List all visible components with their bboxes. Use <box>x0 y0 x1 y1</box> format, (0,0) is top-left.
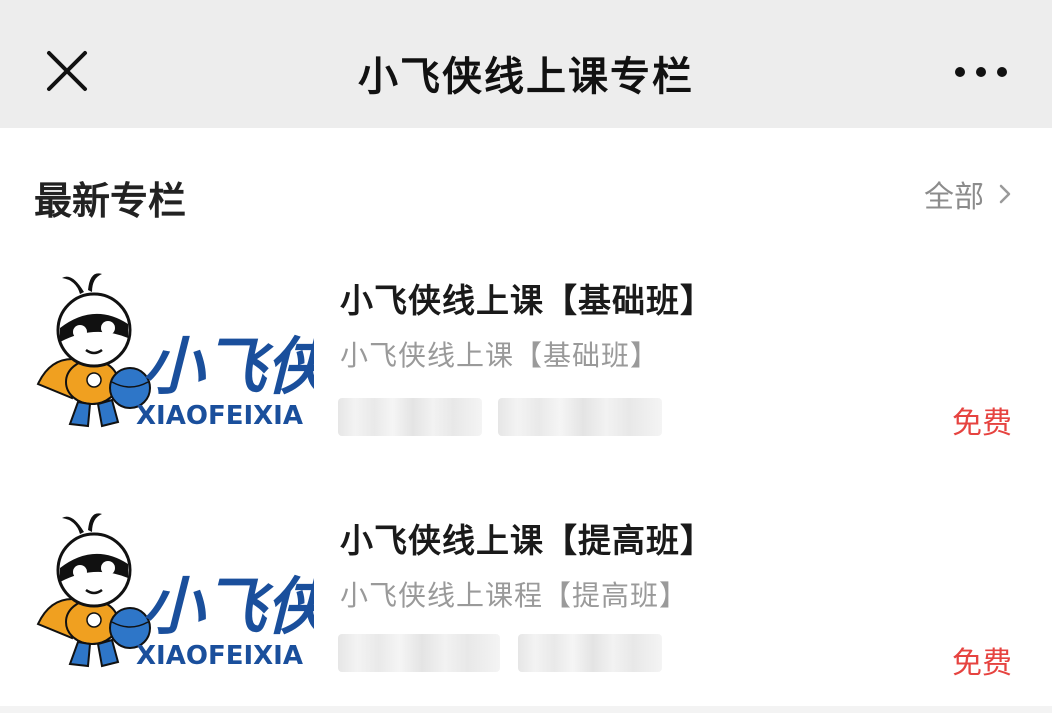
logo-text: 小飞侠 <box>142 570 314 643</box>
course-subtitle: 小飞侠线上课程【提高班】 <box>340 579 689 612</box>
blurred-info <box>338 398 482 436</box>
divider <box>0 706 1052 713</box>
course-title: 小飞侠线上课【提高班】 <box>340 521 714 560</box>
chevron-right-icon <box>999 184 1011 204</box>
more-dots-icon <box>955 67 1007 77</box>
blurred-info <box>338 634 500 672</box>
course-card[interactable]: 小飞侠 XIAOFEIXIA 小飞侠线上课【提高班】 小飞侠线上课程【提高班】 … <box>0 504 1052 724</box>
more-button[interactable] <box>950 60 1012 84</box>
see-all-link[interactable]: 全部 <box>924 174 1012 215</box>
page-title: 小飞侠线上课专栏 <box>358 54 694 100</box>
blurred-info <box>518 634 662 672</box>
course-card[interactable]: 小飞侠 XIAOFEIXIA 小飞侠线上课【基础班】 小飞侠线上课【基础班】 免… <box>0 264 1052 484</box>
blurred-info <box>498 398 662 436</box>
section-title: 最新专栏 <box>34 179 187 223</box>
course-subtitle: 小飞侠线上课【基础班】 <box>340 339 660 372</box>
mascot-logo: 小飞侠 XIAOFEIXIA <box>36 513 314 671</box>
see-all-label: 全部 <box>924 180 984 215</box>
price-label: 免费 <box>952 646 1012 681</box>
course-title: 小飞侠线上课【基础班】 <box>340 281 714 320</box>
mascot-logo: 小飞侠 XIAOFEIXIA <box>36 273 314 431</box>
nav-bar: 小飞侠线上课专栏 <box>0 0 1052 128</box>
course-thumbnail: 小飞侠 XIAOFEIXIA <box>32 264 314 432</box>
logo-subtext: XIAOFEIXIA <box>136 401 303 431</box>
logo-subtext: XIAOFEIXIA <box>136 641 303 671</box>
course-thumbnail: 小飞侠 XIAOFEIXIA <box>32 504 314 672</box>
logo-text: 小飞侠 <box>142 330 314 403</box>
price-label: 免费 <box>952 406 1012 441</box>
